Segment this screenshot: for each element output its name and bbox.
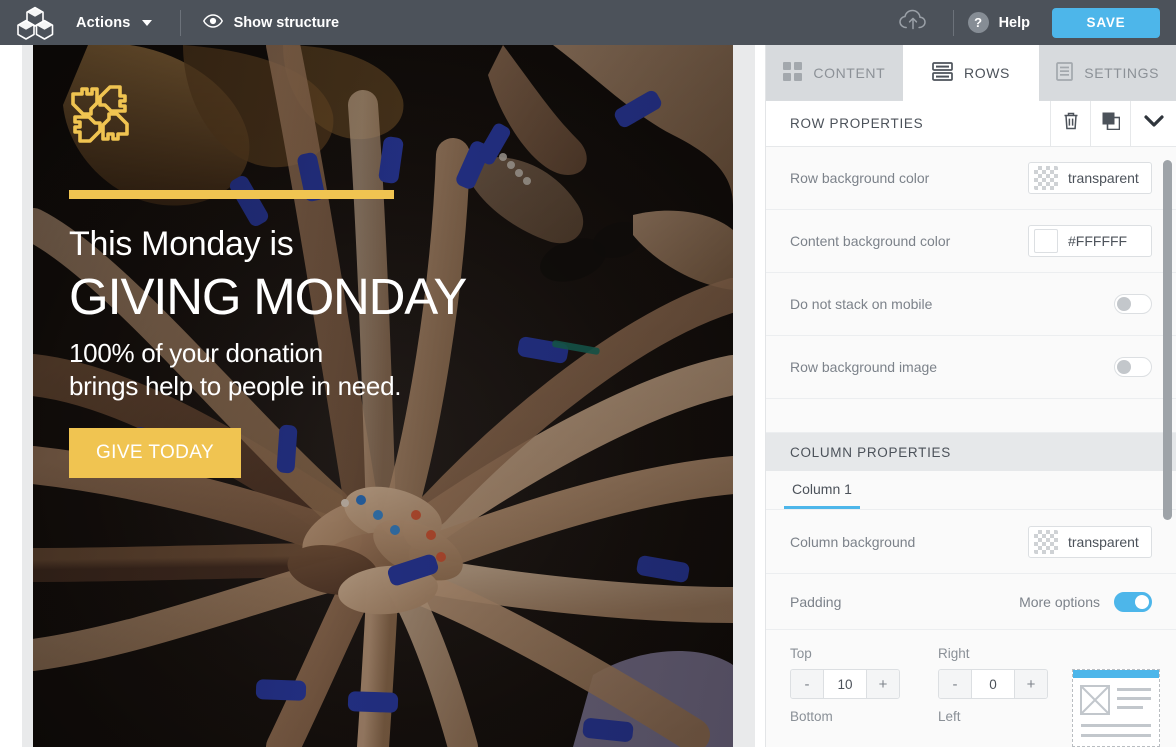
do-not-stack-label: Do not stack on mobile [790,296,933,312]
cloud-upload-button[interactable] [883,9,943,36]
field-content-background-color: Content background color #FFFFFF [766,210,1176,273]
toggle-knob [1117,360,1131,374]
field-do-not-stack-on-mobile: Do not stack on mobile [766,273,1176,336]
padding-top-group: Top - 10 + Bottom [790,646,900,724]
padding-top-stepper[interactable]: - 10 + [790,669,900,699]
toolbar-divider-2 [952,9,954,36]
row-properties-title: ROW PROPERTIES [790,116,924,131]
column-properties-header: COLUMN PROPERTIES [766,433,1176,471]
transparent-swatch-icon [1034,166,1058,190]
question-mark-icon: ? [967,12,989,33]
padding-row: Padding More options [766,574,1176,630]
trash-icon [1063,112,1079,135]
padding-top-increment[interactable]: + [867,670,899,698]
eye-icon [202,13,223,32]
tab-content-label: CONTENT [813,64,886,81]
hero-subheading-line1: 100% of your donation [69,337,323,368]
column-background-label: Column background [790,533,916,550]
row-background-color-picker[interactable]: transparent [1028,162,1152,194]
padding-label: Padding [790,593,842,610]
column-tab-1[interactable]: Column 1 [784,481,860,509]
rows-stack-icon [932,61,953,84]
padding-bottom-label: Bottom [790,709,833,724]
email-hero-row[interactable]: This Monday is GIVING MONDAY 100% of you… [33,45,733,747]
panel-scrollbar-track[interactable] [1163,147,1174,747]
tab-rows-label: ROWS [964,64,1010,81]
help-label: Help [998,14,1030,31]
actions-label: Actions [76,14,131,31]
give-today-button[interactable]: GIVE TODAY [69,427,242,478]
hero-content: This Monday is GIVING MONDAY 100% of you… [33,45,733,478]
padding-right-stepper[interactable]: - 0 + [938,669,1048,699]
padding-top-decrement[interactable]: - [791,670,823,698]
toggle-knob [1117,297,1131,311]
column-background-color-picker[interactable]: transparent [1028,525,1152,558]
show-structure-button[interactable]: Show structure [202,13,340,32]
padding-right-increment[interactable]: + [1015,670,1047,698]
cloud-upload-icon [898,9,927,36]
grid-squares-icon [783,61,803,84]
save-button[interactable]: SAVE [1052,7,1160,38]
chevron-down-icon [141,19,152,26]
field-column-background: Column background transparent [766,510,1176,574]
more-options-label: More options [1019,593,1100,610]
tab-settings-label: SETTINGS [1084,64,1160,81]
show-structure-label: Show structure [233,14,340,31]
field-row-background-image: Row background image [766,336,1176,399]
cubes-logo-icon [16,6,54,40]
padding-right-decrement[interactable]: - [939,670,971,698]
help-button[interactable]: ? Help [967,12,1030,33]
row-background-image-toggle[interactable] [1114,357,1152,377]
tab-settings[interactable]: SETTINGS [1039,45,1176,101]
toggle-knob [1135,594,1149,609]
row-background-color-label: Row background color [790,170,930,186]
panel-spacer [766,399,1176,433]
collapse-row-properties-button[interactable] [1130,100,1176,147]
do-not-stack-toggle[interactable] [1114,294,1152,314]
chevron-down-icon [1143,114,1164,133]
layout-preview-thumbnail [1072,669,1160,747]
hero-heading-small: This Monday is [69,225,294,263]
padding-right-group: Right - 0 + Left [938,646,1048,724]
more-options-toggle[interactable] [1114,591,1152,612]
properties-list: Row background color transparent Content… [766,147,1176,747]
four-hands-teamwork-icon [69,83,733,150]
toolbar-divider-1 [179,9,181,36]
app-logo[interactable] [0,6,70,40]
tab-rows[interactable]: ROWS [902,45,1040,101]
padding-top-value[interactable]: 10 [823,670,867,698]
actions-menu-button[interactable]: Actions [70,15,158,31]
padding-left-label: Left [938,709,961,724]
tab-content[interactable]: CONTENT [766,45,903,101]
hero-heading-large: GIVING MONDAY [69,267,467,325]
padding-top-label: Top [790,646,812,661]
padding-right-label: Right [938,646,970,661]
field-row-background-color: Row background color transparent [766,147,1176,210]
row-properties-header: ROW PROPERTIES [766,100,1176,147]
transparent-swatch-icon [1034,529,1058,554]
email-canvas: This Monday is GIVING MONDAY 100% of you… [0,45,765,747]
delete-row-button[interactable] [1050,100,1090,147]
hero-subheading-line2: brings help to people in need. [69,370,402,401]
top-toolbar: Actions Show structure ? Help SAVE [0,0,1176,45]
panel-tabs: CONTENT ROWS SETTINGS [766,45,1176,101]
column-background-value: transparent [1068,533,1139,550]
document-lines-icon [1056,61,1074,84]
padding-right-value[interactable]: 0 [971,670,1015,698]
row-background-image-label: Row background image [790,359,938,375]
white-swatch-icon [1034,229,1058,253]
content-background-color-picker[interactable]: #FFFFFF [1028,225,1152,257]
more-options-group: More options [1019,591,1152,612]
panel-scrollbar-thumb[interactable] [1163,160,1172,520]
copy-icon [1102,112,1120,135]
row-background-color-value: transparent [1068,170,1139,186]
column-tabs: Column 1 [766,471,1176,510]
accent-rule [69,190,394,199]
content-background-color-value: #FFFFFF [1068,233,1128,249]
duplicate-row-button[interactable] [1090,100,1130,147]
properties-panel: CONTENT ROWS SETTINGS ROW PROPERTIES Row… [765,45,1176,747]
email-editor-app: Actions Show structure ? Help SAVE This … [0,0,1176,747]
content-background-color-label: Content background color [790,233,951,249]
